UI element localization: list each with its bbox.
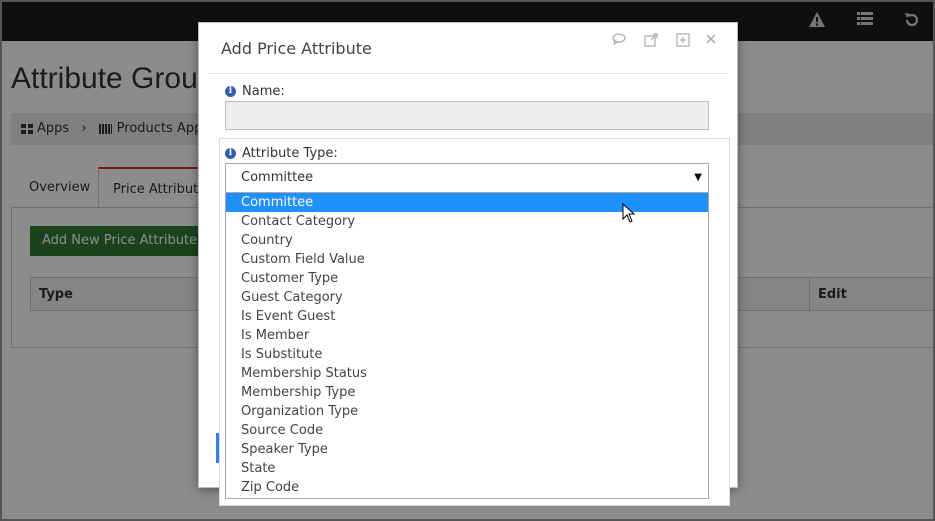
info-icon: i (225, 148, 236, 159)
screenshot-frame: Attribute Grou Apps › Products App Overv… (0, 0, 935, 521)
dropdown-option[interactable]: Zip Code (226, 478, 708, 497)
name-field-label: i Name: (225, 84, 285, 99)
dialog-title: Add Price Attribute (221, 39, 372, 58)
chevron-down-icon: ▼ (694, 172, 702, 183)
dropdown-option[interactable]: Guest Category (226, 288, 708, 307)
dropdown-option[interactable]: Country (226, 231, 708, 250)
attribute-type-label: i Attribute Type: (225, 146, 338, 161)
name-input[interactable] (225, 101, 709, 130)
dropdown-option[interactable]: Membership Type (226, 383, 708, 402)
dropdown-option[interactable]: Is Substitute (226, 345, 708, 364)
name-label-text: Name: (242, 84, 285, 99)
info-icon: i (225, 86, 236, 97)
comment-icon[interactable] (611, 33, 627, 49)
attribute-type-select[interactable]: Committee ▼ (225, 163, 709, 193)
dialog-header-divider (209, 73, 727, 74)
dropdown-option[interactable]: Customer Type (226, 269, 708, 288)
external-link-icon[interactable] (643, 33, 659, 49)
dropdown-option[interactable]: Organization Type (226, 402, 708, 421)
dropdown-option[interactable]: Speaker Type (226, 440, 708, 459)
dropdown-option[interactable]: Source Code (226, 421, 708, 440)
attribute-type-selected-value: Committee (241, 170, 314, 185)
dropdown-option[interactable]: Is Event Guest (226, 307, 708, 326)
attribute-type-dropdown: Committee Contact Category Country Custo… (225, 193, 709, 499)
attribute-type-label-text: Attribute Type: (242, 146, 338, 161)
close-icon[interactable] (703, 33, 719, 49)
expand-icon[interactable] (675, 33, 691, 49)
mouse-pointer-icon (622, 202, 636, 227)
dropdown-option[interactable]: State (226, 459, 708, 478)
dropdown-option[interactable]: Custom Field Value (226, 250, 708, 269)
dropdown-option[interactable]: Is Member (226, 326, 708, 345)
dropdown-option[interactable]: Membership Status (226, 364, 708, 383)
